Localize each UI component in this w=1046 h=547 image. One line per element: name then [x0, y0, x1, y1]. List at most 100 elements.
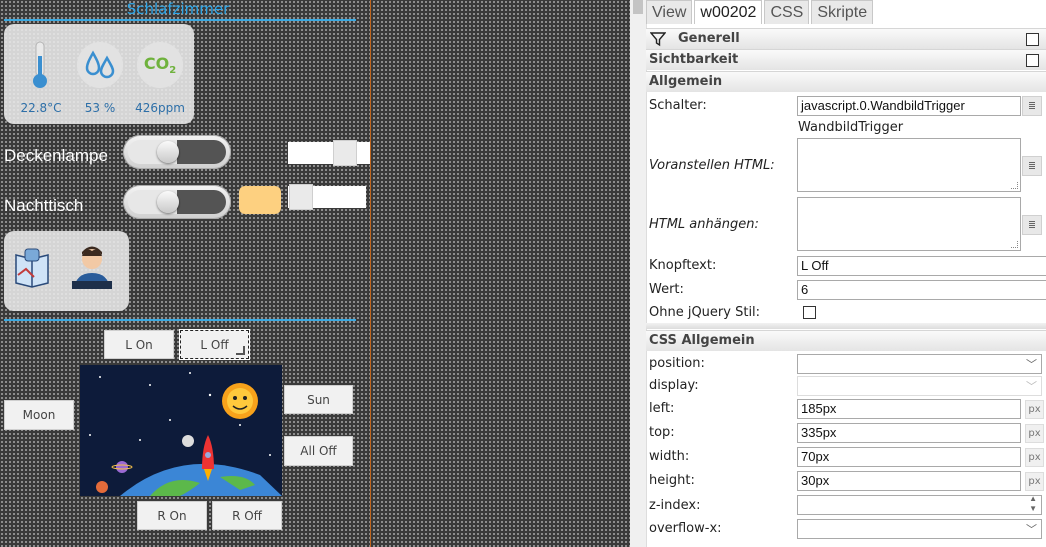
list-icon [1029, 102, 1035, 110]
nachttisch-color-picker[interactable] [239, 186, 281, 214]
anhaengen-edit-button[interactable] [1022, 215, 1042, 235]
canvas-boundary-line [370, 0, 371, 547]
html-anhaengen-textarea[interactable] [797, 197, 1021, 251]
overflow-x-select[interactable]: ﹀ [797, 519, 1042, 539]
section-sichtbarkeit-title: Sichtbarkeit [649, 52, 739, 67]
textarea-resize-icon[interactable] [1011, 182, 1018, 189]
display-label: display: [649, 378, 699, 393]
z-index-input[interactable]: ▲ ▼ [797, 494, 1042, 515]
left-label: left: [649, 401, 675, 416]
book-reading-icon[interactable] [12, 245, 52, 293]
width-label: width: [649, 449, 690, 464]
section-separator [646, 323, 1046, 329]
scene-card[interactable] [4, 231, 129, 311]
section-sichtbarkeit[interactable]: Sichtbarkeit [646, 49, 1046, 70]
position-label: position: [649, 356, 705, 371]
height-input[interactable]: 30px [797, 471, 1021, 491]
panel-tabs: View w00202 CSS Skripte [646, 0, 875, 24]
display-select[interactable]: ﹀ [797, 376, 1042, 396]
schalter-select-button[interactable] [1022, 96, 1042, 116]
co2-icon: CO2 [137, 42, 183, 88]
z-index-label: z-index: [649, 498, 701, 513]
height-label: height: [649, 473, 695, 488]
sichtbarkeit-checkbox[interactable] [1026, 54, 1039, 67]
vis-canvas[interactable]: Schlafzimmer CO2 22.8°C 53 % 426ppm Deck… [0, 0, 630, 547]
wert-input[interactable]: 6 [797, 280, 1046, 300]
section-css-allgemein-title: CSS Allgemein [649, 333, 755, 348]
toggle-track-dark [177, 190, 226, 214]
schalter-hint: WandbildTrigger [798, 120, 904, 135]
l-on-button[interactable]: L On [104, 330, 174, 359]
nachttisch-toggle[interactable] [123, 185, 231, 219]
nachttisch-label: Nachttisch [4, 196, 84, 215]
l-off-label: L Off [200, 337, 229, 352]
section-generell[interactable]: Generell [646, 28, 1046, 49]
resize-handle-icon[interactable] [236, 346, 245, 355]
co2-value: 426ppm [135, 101, 185, 115]
deckenlampe-dimmer-slider[interactable] [288, 140, 370, 166]
room-title: Schlafzimmer [126, 0, 230, 18]
person-laptop-icon[interactable] [68, 243, 116, 297]
tab-widget[interactable]: w00202 [694, 0, 763, 24]
top-unit-button[interactable]: px [1025, 424, 1044, 443]
voranstellen-html-textarea[interactable] [797, 138, 1021, 192]
r-on-button[interactable]: R On [137, 501, 207, 530]
width-unit-button[interactable]: px [1025, 448, 1044, 467]
wall-picture-image[interactable] [80, 365, 282, 496]
humidity-drops-icon [77, 42, 123, 88]
section-css-allgemein[interactable]: CSS Allgemein [646, 330, 1046, 351]
spinner-arrows-icon[interactable]: ▲ ▼ [1029, 494, 1037, 514]
panel-scrollbar[interactable] [630, 0, 647, 547]
ohne-jquery-checkbox[interactable] [803, 306, 816, 319]
knopftext-input[interactable]: L Off [797, 256, 1046, 276]
tab-scripts[interactable]: Skripte [811, 0, 874, 24]
top-label: top: [649, 425, 675, 440]
toggle-knob [157, 141, 179, 163]
toggle-track-dark [177, 140, 226, 164]
sensor-card[interactable]: CO2 22.8°C 53 % 426ppm [4, 24, 194, 124]
crescent-moon [111, 383, 140, 436]
slider-handle[interactable] [333, 140, 357, 166]
top-input[interactable]: 335px [797, 423, 1021, 443]
section-generell-title: Generell [678, 31, 740, 46]
astronaut-illustration [182, 435, 194, 447]
section-divider [4, 319, 356, 321]
tab-css[interactable]: CSS [764, 0, 810, 24]
chevron-down-icon: ﹀ [1026, 359, 1037, 371]
r-off-button[interactable]: R Off [212, 501, 282, 530]
list-icon [1029, 162, 1035, 170]
width-input[interactable]: 70px [797, 447, 1021, 467]
filter-icon[interactable] [650, 31, 666, 47]
nachttisch-dimmer-slider[interactable] [288, 184, 366, 210]
thermometer-icon [17, 41, 63, 88]
html-anhaengen-label: HTML anhängen: [649, 217, 759, 232]
position-select[interactable]: ﹀ [797, 354, 1042, 374]
wert-label: Wert: [649, 282, 684, 297]
tab-view[interactable]: View [646, 0, 693, 24]
section-allgemein[interactable]: Allgemein [646, 71, 1046, 92]
voranstellen-edit-button[interactable] [1022, 156, 1042, 176]
knopftext-label: Knopftext: [649, 258, 717, 273]
title-divider [4, 19, 356, 21]
toggle-knob [157, 191, 179, 213]
deckenlampe-toggle[interactable] [123, 135, 231, 169]
l-off-button[interactable]: L Off [179, 329, 250, 360]
sun-button[interactable]: Sun [284, 385, 353, 414]
scroll-thumb[interactable] [633, 0, 643, 14]
schalter-input[interactable]: javascript.0.WandbildTrigger [797, 96, 1021, 116]
textarea-resize-icon[interactable] [1011, 241, 1018, 248]
overflow-x-label: overflow-x: [649, 521, 722, 536]
all-off-button[interactable]: All Off [284, 436, 353, 466]
height-unit-button[interactable]: px [1025, 472, 1044, 491]
chevron-down-icon: ﹀ [1026, 524, 1037, 536]
co2-symbol: CO [143, 53, 170, 73]
left-unit-button[interactable]: px [1025, 400, 1044, 419]
slider-handle[interactable] [289, 184, 313, 210]
sun-illustration [222, 383, 258, 419]
left-input[interactable]: 185px [797, 399, 1021, 419]
voranstellen-html-label: Voranstellen HTML: [649, 158, 775, 173]
ohne-jquery-label: Ohne jQuery Stil: [649, 305, 761, 320]
chevron-down-icon: ﹀ [1026, 381, 1037, 393]
generell-checkbox[interactable] [1026, 33, 1039, 46]
moon-button[interactable]: Moon [4, 400, 74, 430]
